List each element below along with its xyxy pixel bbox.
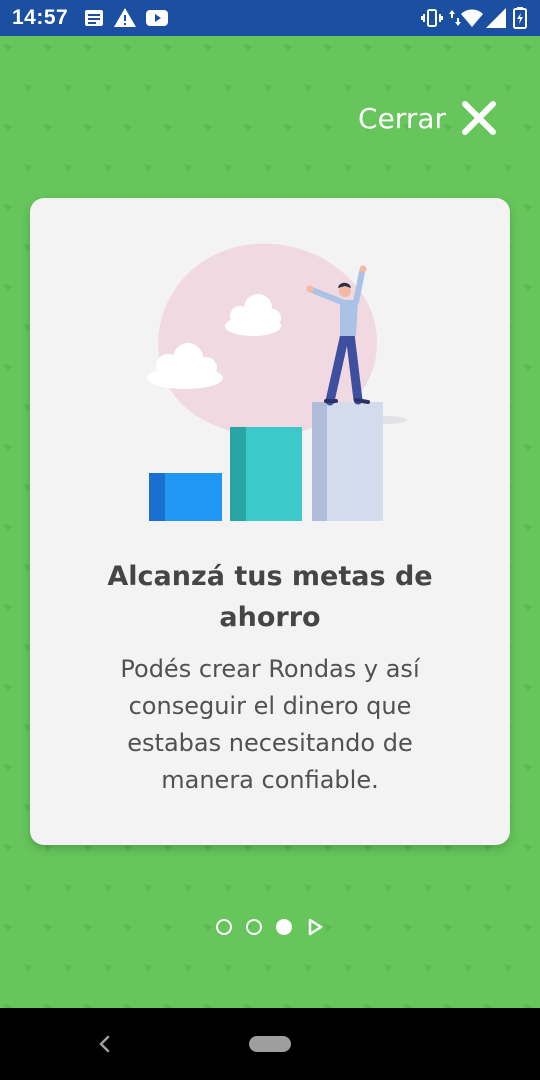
slide-title: Alcanzá tus metas de ahorro xyxy=(107,561,433,633)
status-bar: 14:57 xyxy=(0,0,540,36)
onboarding-screen: 14:57 Cerrar Alcanzá tus metas de ahorro… xyxy=(0,0,540,1080)
wifi-icon xyxy=(461,9,483,27)
back-icon[interactable] xyxy=(94,1032,114,1056)
page-dot-2[interactable] xyxy=(246,919,262,935)
slide-card: Alcanzá tus metas de ahorro Podés crear … xyxy=(30,198,510,845)
goals-illustration xyxy=(147,243,407,521)
signal-icon xyxy=(486,8,506,28)
youtube-icon xyxy=(146,10,168,26)
page-indicator xyxy=(0,916,540,938)
warning-icon xyxy=(114,8,136,27)
battery-charging-icon xyxy=(513,7,527,29)
close-button[interactable]: Cerrar xyxy=(358,98,498,138)
slide-description: Podés crear Rondas y así conseguir el di… xyxy=(120,655,420,794)
page-dot-3-active[interactable] xyxy=(276,919,292,935)
close-icon xyxy=(462,101,496,135)
vibrate-icon xyxy=(421,9,443,27)
close-label: Cerrar xyxy=(358,101,446,135)
system-nav-bar xyxy=(0,1008,540,1080)
notes-icon xyxy=(85,10,103,26)
status-time: 14:57 xyxy=(12,6,69,29)
page-dot-1[interactable] xyxy=(216,919,232,935)
next-arrow-icon[interactable] xyxy=(306,918,324,936)
home-pill[interactable] xyxy=(249,1036,291,1052)
